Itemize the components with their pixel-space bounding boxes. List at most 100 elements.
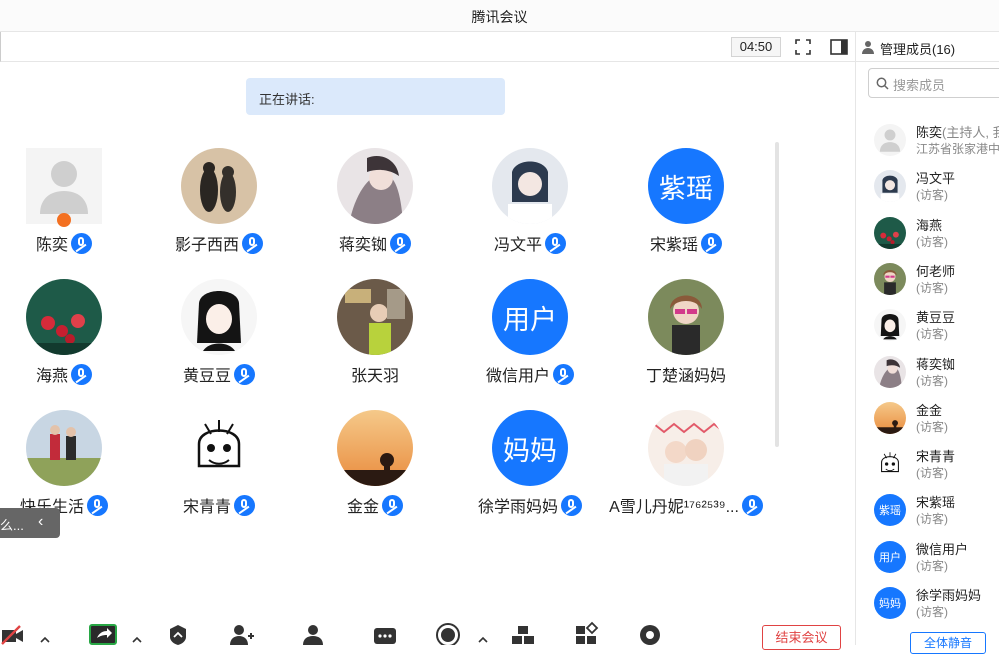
mic-muted-icon[interactable] [382,494,403,516]
member-subtitle: (访客) [916,188,948,203]
participant-name-row: 陈奕 [36,231,92,255]
participant-name: A雪儿丹妮¹⁷⁶²⁵³⁹... [609,499,739,516]
camera-off-icon[interactable] [0,620,26,645]
participant-name: 徐学雨妈妈 [477,499,558,516]
participant-avatar [181,410,257,486]
mic-muted-icon[interactable] [234,494,255,516]
member-name-text: 陈奕 [916,125,943,140]
members-panel-header: 管理成员(16) [856,32,999,62]
mic-muted-icon[interactable] [87,494,108,516]
member-list-item[interactable]: 何老师 (访客) [856,256,999,302]
member-subtitle: (访客) [916,373,948,388]
member-subtitle: (访客) [916,327,948,342]
member-name: 宋青青 [916,446,955,465]
member-subtitle: (访客) [916,280,948,295]
member-name-text: 蒋奕铷 [916,356,956,372]
mic-muted-icon[interactable] [561,494,582,516]
settings-gear-icon[interactable] [637,620,663,645]
mic-muted-icon[interactable] [553,363,574,385]
member-name-text: 金金 [916,402,943,418]
share-options-chevron-icon[interactable] [130,620,144,645]
member-subtitle: (访客) [916,512,948,527]
participant-name: 陈奕 [35,237,68,254]
member-avatar [874,448,906,481]
mic-muted-icon[interactable] [545,232,566,254]
member-list-item[interactable]: 陈奕(主持人, 我)江苏省张家港中 [856,117,999,163]
person-icon [862,41,874,54]
mic-muted-icon[interactable] [701,232,722,254]
member-avatar [874,355,906,388]
member-subtitle: (访客) [916,466,948,481]
share-screen-icon[interactable] [89,620,117,645]
mic-muted-icon[interactable] [234,363,255,385]
record-options-chevron-icon[interactable] [476,620,490,645]
collapse-tab[interactable]: 么... ‹ [0,508,60,538]
participant-name: 微信用户 [485,368,550,385]
member-subtitle: (访客) [916,419,948,434]
participant-name-row: 黄豆豆 [183,362,255,386]
member-list-item[interactable]: 用户 微信用户 (访客) [856,534,999,580]
invite-icon[interactable] [228,620,254,645]
participant-avatar [26,279,102,355]
participant-name-row: 张天羽 [351,362,399,386]
participant-avatar [648,410,724,486]
breakout-rooms-icon[interactable] [510,620,536,645]
participant-avatar [26,410,102,486]
member-name: 微信用户 [916,539,968,558]
apps-icon[interactable] [574,620,600,645]
mic-muted-icon[interactable] [741,494,763,516]
mic-muted-icon[interactable] [242,232,263,254]
member-list-item[interactable]: 紫瑶 宋紫瑶 (访客) [856,487,999,533]
manage-members-icon[interactable] [300,620,326,645]
chevron-left-icon: ‹ [38,513,44,530]
member-name: 冯文平 [916,168,955,187]
participant-name: 黄豆豆 [182,368,231,385]
mute-all-button[interactable]: 全体静音 [910,632,986,654]
member-search-input[interactable]: 搜索成员 [868,68,999,98]
member-subtitle: (访客) [916,605,948,619]
participant-name: 海燕 [35,368,68,385]
end-meeting-button[interactable]: 结束会议 [762,625,841,650]
chat-icon[interactable] [373,620,397,645]
participant-name-row: 宋紫瑶 [650,231,722,255]
mic-muted-icon[interactable] [71,232,92,254]
record-icon[interactable] [435,620,461,645]
meeting-timer: 04:50 [731,37,781,57]
participant-name-row: 宋青青 [183,493,255,517]
member-avatar: 紫瑶 [874,494,906,527]
participant-avatar [337,410,413,486]
member-list-item[interactable]: 金金 (访客) [856,395,999,441]
participant-name-row: 冯文平 [494,231,566,255]
member-avatar [874,170,906,203]
window-title: 腾讯会议 [471,9,528,25]
participant-name-row: A雪儿丹妮¹⁷⁶²⁵³⁹... [609,493,763,517]
title-bar: 腾讯会议 [0,0,999,32]
layout-toggle-icon[interactable] [829,37,849,57]
host-badge-icon [57,213,71,227]
participant-name-row: 金金 [347,493,403,517]
member-avatar: 用户 [874,540,906,573]
mic-muted-icon[interactable] [390,232,411,254]
member-list-item[interactable]: 黄豆豆 (访客) [856,302,999,348]
member-name: 陈奕(主持人, 我) [916,122,999,141]
camera-options-chevron-icon[interactable] [38,620,52,645]
search-placeholder: 搜索成员 [893,78,946,93]
members-panel: 管理成员(16) 搜索成员 陈奕(主持人, 我)江苏省张家港中冯文平(访客)海燕… [855,32,999,654]
participant-name-row: 微信用户 [486,362,574,386]
member-list-item[interactable]: 宋青青 (访客) [856,441,999,487]
member-list-item[interactable]: 妈妈 徐学雨妈妈 (访客) [856,580,999,626]
member-list-item[interactable]: 蒋奕铷 (访客) [856,349,999,395]
bottom-controls [0,618,855,645]
member-avatar [874,124,906,156]
members-panel-title: 管理成员(16) [880,42,956,57]
member-list-item[interactable]: 海燕 (访客) [856,210,999,256]
member-name: 海燕 [916,215,942,234]
fullscreen-icon[interactable] [793,37,813,57]
grid-scrollbar[interactable] [775,142,779,447]
participant-name: 冯文平 [493,237,542,254]
mic-muted-icon[interactable] [71,363,92,385]
member-name-text: 宋紫瑶 [916,495,956,511]
security-shield-icon[interactable] [166,620,190,645]
participant-name-row: 影子西西 [175,231,263,255]
member-list-item[interactable]: 冯文平 (访客) [856,163,999,209]
